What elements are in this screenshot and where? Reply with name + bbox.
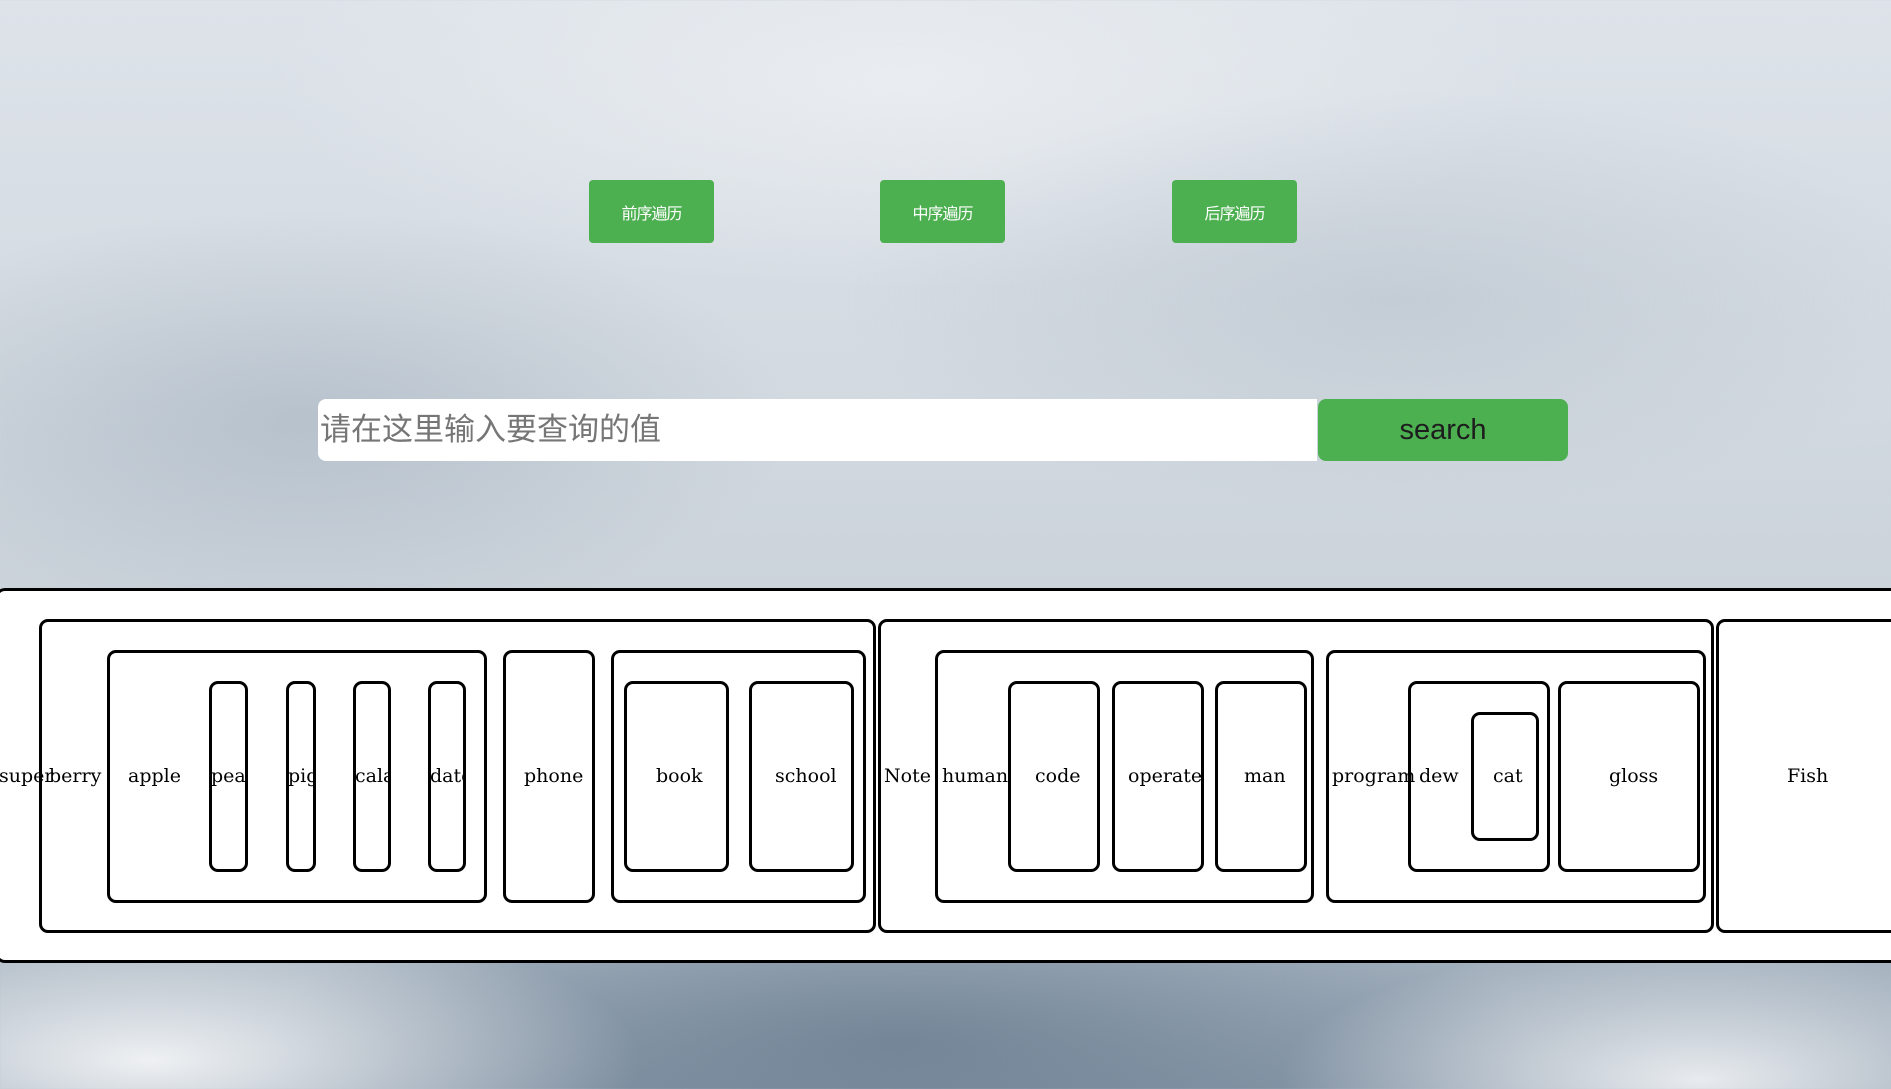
label-apple: apple bbox=[128, 765, 181, 787]
label-cala: cala bbox=[355, 765, 389, 787]
label-cat: cat bbox=[1493, 765, 1523, 787]
label-book: book bbox=[656, 765, 703, 787]
label-berry: berry bbox=[49, 765, 102, 787]
label-pig: pig bbox=[288, 765, 314, 787]
search-input[interactable] bbox=[318, 399, 1317, 461]
label-fish: Fish bbox=[1787, 765, 1829, 787]
label-code: code bbox=[1035, 765, 1081, 787]
search-button[interactable]: search bbox=[1318, 399, 1568, 461]
label-human: human bbox=[942, 765, 1009, 787]
label-pear: pear bbox=[211, 765, 246, 787]
label-phone: phone bbox=[524, 765, 584, 787]
preorder-traversal-button[interactable]: 前序遍历 bbox=[589, 180, 714, 243]
label-date: date bbox=[430, 765, 464, 787]
label-man: man bbox=[1244, 765, 1286, 787]
label-gloss: gloss bbox=[1609, 765, 1659, 787]
label-program: program bbox=[1332, 765, 1416, 787]
postorder-traversal-button[interactable]: 后序遍历 bbox=[1172, 180, 1297, 243]
label-operate: operate bbox=[1128, 765, 1203, 787]
label-super: super bbox=[0, 765, 54, 787]
inorder-traversal-button[interactable]: 中序遍历 bbox=[880, 180, 1005, 243]
label-note: Note bbox=[884, 765, 931, 787]
label-dew: dew bbox=[1419, 765, 1459, 787]
label-school: school bbox=[775, 765, 837, 787]
